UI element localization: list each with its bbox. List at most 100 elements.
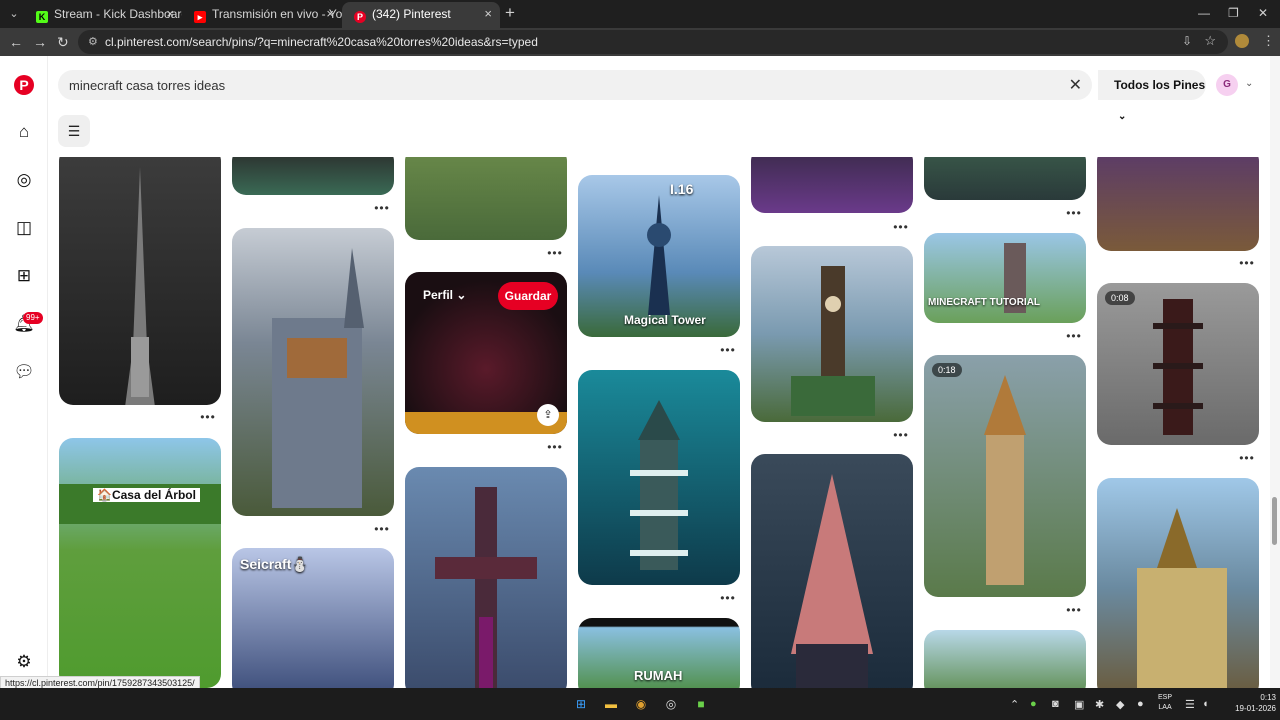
pin-card[interactable]	[578, 370, 740, 585]
clear-search-icon[interactable]: ✕	[1069, 75, 1082, 95]
pin-more-options-icon[interactable]: •••	[372, 523, 392, 535]
wifi-icon[interactable]: ☰	[1185, 698, 1195, 711]
pin-card[interactable]	[59, 157, 221, 405]
pin-card[interactable]: I.16 Magical Tower	[578, 175, 740, 337]
tray-overflow-icon[interactable]: ⌃	[1010, 698, 1019, 711]
pin-card[interactable]	[1097, 157, 1259, 251]
pin-card[interactable]	[924, 157, 1086, 200]
clock-time: 0:13	[1260, 693, 1276, 702]
pin-more-options-icon[interactable]: •••	[718, 344, 738, 356]
pins-type-label: Todos los Pines	[1114, 78, 1206, 92]
video-duration-badge: 0:08	[1105, 291, 1135, 305]
pin-card[interactable]: Seicraft⛄	[232, 548, 394, 688]
pin-card[interactable]: RUMAH	[578, 618, 740, 688]
volume-icon[interactable]: ◖	[1202, 698, 1209, 710]
avatar[interactable]: G	[1216, 74, 1238, 96]
browser-menu-icon[interactable]: ⋮	[1262, 33, 1275, 49]
pin-card[interactable]	[751, 157, 913, 213]
reload-icon[interactable]: ↻	[57, 33, 69, 51]
pin-card[interactable]	[405, 467, 567, 688]
explore-compass-icon[interactable]: ◎	[12, 168, 36, 192]
profile-dropdown[interactable]: Perfil ⌄	[423, 288, 466, 302]
address-url[interactable]: cl.pinterest.com/search/pins/?q=minecraf…	[105, 35, 538, 49]
pin-more-options-icon[interactable]: •••	[372, 202, 392, 214]
new-tab-button[interactable]: +	[505, 4, 515, 22]
home-icon[interactable]: ⌂	[12, 120, 36, 144]
tray-app-icon[interactable]: ▣	[1074, 698, 1084, 711]
close-tab-icon[interactable]: ×	[484, 2, 492, 26]
tab-youtube[interactable]: ▸ Transmisión en vivo - YouTube ×	[182, 2, 342, 28]
pin-more-options-icon[interactable]: •••	[1064, 330, 1084, 342]
account-chevron-down-icon[interactable]: ⌄	[1245, 78, 1253, 89]
address-bar[interactable]: ⚙ cl.pinterest.com/search/pins/?q=minecr…	[78, 30, 1228, 54]
boards-icon[interactable]: ◫	[12, 216, 36, 240]
profile-extension-icon[interactable]	[1235, 34, 1249, 48]
pins-type-dropdown[interactable]: Todos los Pines ⌄	[1098, 70, 1206, 122]
pin-card[interactable]	[924, 630, 1086, 688]
clock-date: 19-01-2026	[1235, 704, 1276, 713]
tray-app-icon[interactable]: ●	[1030, 698, 1037, 710]
tab-search-icon[interactable]: ⌄	[6, 6, 22, 22]
pin-card[interactable]	[751, 454, 913, 688]
close-window-icon[interactable]: ✕	[1258, 6, 1268, 20]
back-icon[interactable]: ←	[9, 33, 23, 51]
close-tab-icon[interactable]: ×	[166, 2, 174, 26]
pin-card hover-pin[interactable]: Perfil ⌄ Guardar ⇪	[405, 272, 567, 434]
pin-caption: MINECRAFT TUTORIAL	[928, 297, 1041, 308]
discord-icon[interactable]: ◙	[1052, 698, 1059, 710]
page-scrollbar[interactable]	[1270, 56, 1280, 688]
create-icon[interactable]: ⊞	[12, 264, 36, 288]
pin-more-options-icon[interactable]: •••	[1237, 257, 1257, 269]
pin-image	[435, 487, 537, 688]
share-icon[interactable]: ⇪	[537, 404, 559, 426]
pin-caption: I.16	[670, 181, 694, 197]
bookmark-star-icon[interactable]: ☆	[1204, 33, 1216, 49]
pin-more-options-icon[interactable]: •••	[198, 411, 218, 423]
search-input[interactable]: minecraft casa torres ideas ✕	[58, 70, 1092, 100]
pin-image	[1153, 299, 1203, 435]
restore-icon[interactable]: ❐	[1228, 6, 1239, 20]
site-info-icon[interactable]: ⚙	[88, 35, 98, 48]
save-button[interactable]: Guardar	[498, 282, 558, 310]
tray-app-icon[interactable]: ✱	[1095, 698, 1104, 711]
file-explorer-icon[interactable]: ▬	[603, 696, 619, 712]
tab-pinterest[interactable]: P (342) Pinterest ×	[342, 2, 500, 28]
tray-app-icon[interactable]: ◆	[1116, 698, 1124, 711]
pin-card[interactable]	[751, 246, 913, 422]
windows-start-icon[interactable]: ⊞	[573, 696, 589, 712]
pin-card[interactable]	[405, 157, 567, 240]
minecraft-icon[interactable]: ■	[693, 696, 709, 712]
pin-more-options-icon[interactable]: •••	[1237, 452, 1257, 464]
minimize-icon[interactable]: —	[1198, 6, 1210, 20]
chrome-icon[interactable]: ◉	[633, 696, 649, 712]
pin-card[interactable]: 0:08	[1097, 283, 1259, 445]
search-query-text[interactable]: minecraft casa torres ideas	[69, 78, 225, 93]
filters-sliders-icon[interactable]: ☰	[58, 115, 90, 147]
pin-more-options-icon[interactable]: •••	[718, 592, 738, 604]
keyboard-language[interactable]: ESP LAA	[1158, 693, 1172, 713]
pin-more-options-icon[interactable]: •••	[891, 221, 911, 233]
pin-card[interactable]: MINECRAFT TUTORIAL	[924, 233, 1086, 323]
obs-icon[interactable]: ◎	[663, 696, 679, 712]
messages-icon[interactable]: 💬︎	[12, 360, 36, 384]
page-scrollbar-thumb[interactable]	[1272, 497, 1277, 545]
pin-more-options-icon[interactable]: •••	[545, 247, 565, 259]
pin-card[interactable]	[232, 228, 394, 516]
pin-card[interactable]	[1097, 478, 1259, 688]
tab-title: Transmisión en vivo - YouTube	[212, 7, 342, 21]
install-app-icon[interactable]: ⇩	[1182, 34, 1192, 48]
pin-more-options-icon[interactable]: •••	[1064, 207, 1084, 219]
system-clock[interactable]: 0:13 19-01-2026	[1220, 692, 1276, 714]
pin-more-options-icon[interactable]: •••	[1064, 604, 1084, 616]
tab-kick[interactable]: K Stream - Kick Dashboard ×	[24, 2, 182, 28]
pin-card[interactable]: 0:18	[924, 355, 1086, 597]
settings-gear-icon[interactable]: ⚙	[12, 650, 36, 674]
pin-card[interactable]	[232, 157, 394, 195]
close-tab-icon[interactable]: ×	[326, 2, 334, 26]
forward-icon[interactable]: →	[33, 33, 47, 51]
pin-more-options-icon[interactable]: •••	[545, 441, 565, 453]
microphone-icon[interactable]: ●	[1137, 698, 1144, 710]
pinterest-logo-icon[interactable]: P	[14, 75, 34, 95]
pin-card[interactable]: 🏠Casa del Árbol	[59, 438, 221, 688]
pin-more-options-icon[interactable]: •••	[891, 429, 911, 441]
